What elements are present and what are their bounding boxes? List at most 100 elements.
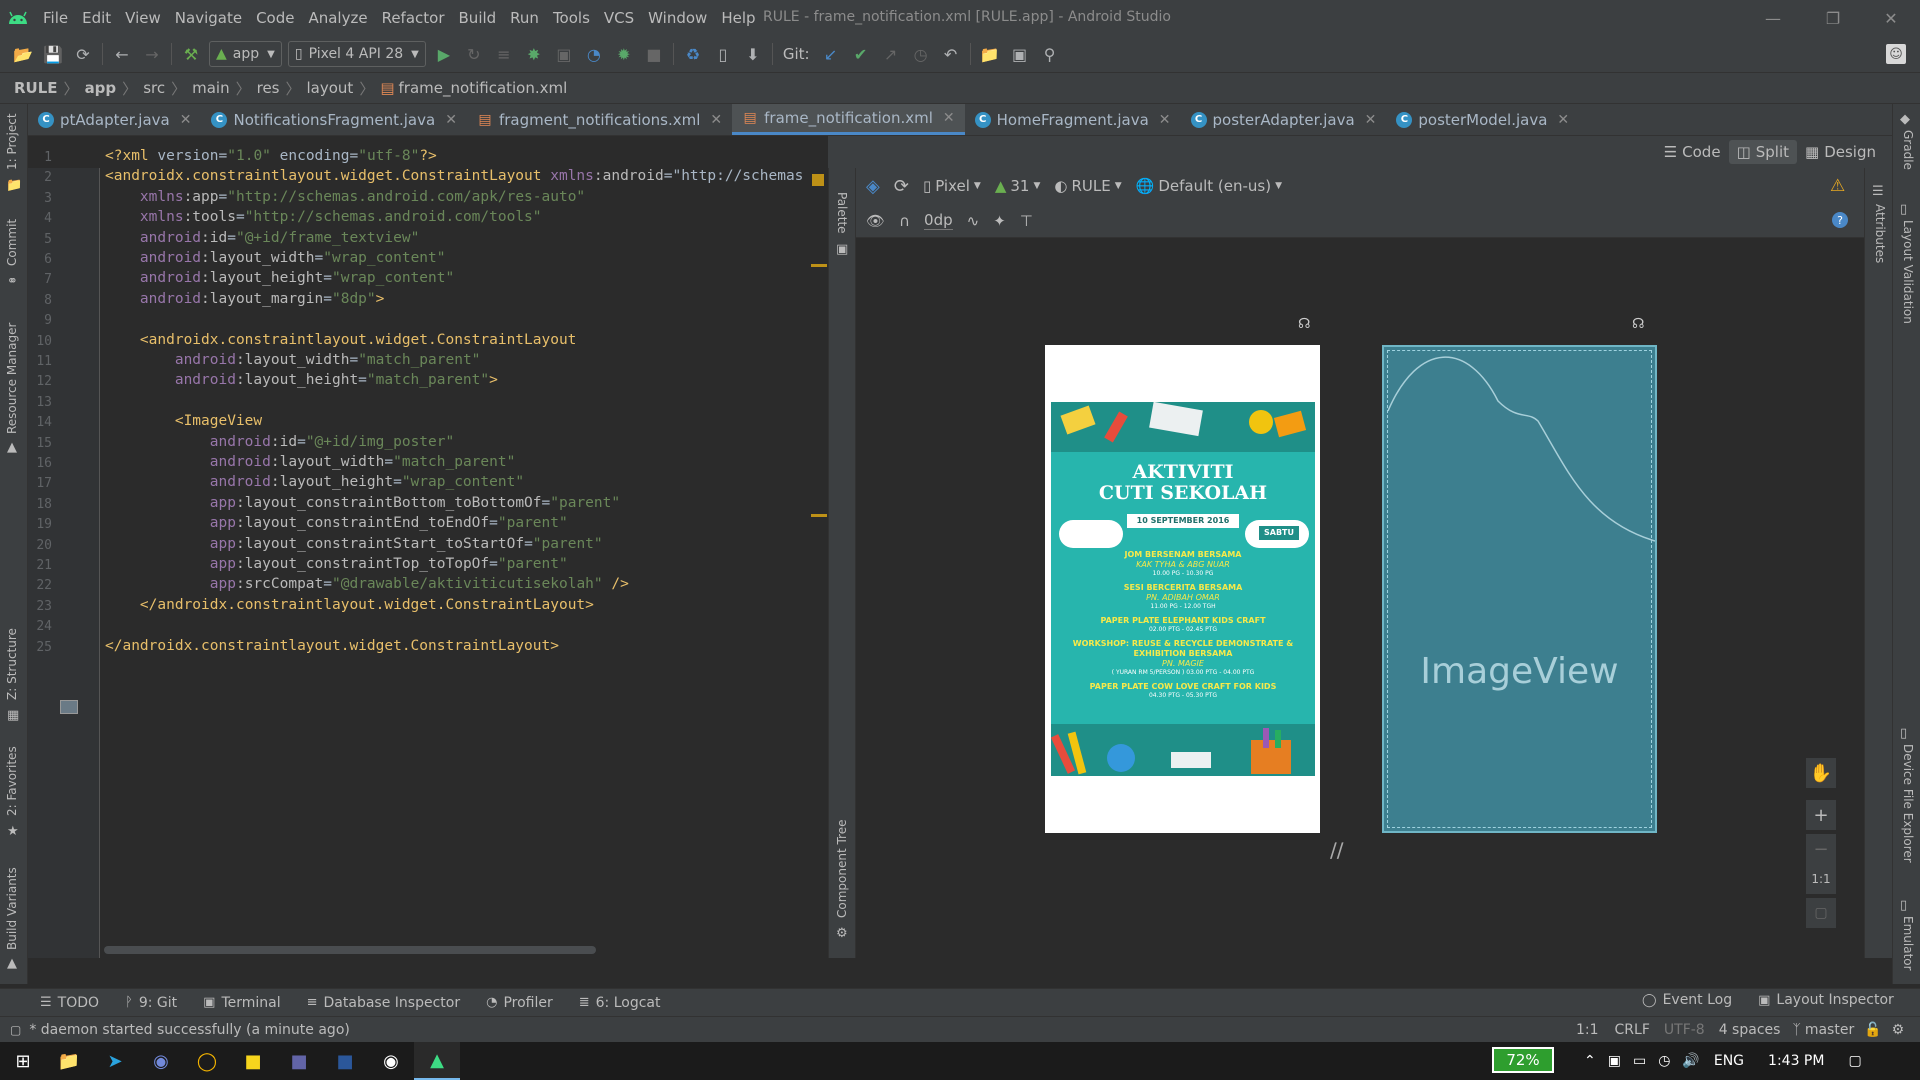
apply-changes-icon[interactable]: ↻: [459, 40, 489, 68]
code-line[interactable]: android:layout_height="wrap_content": [105, 270, 454, 286]
favorites-tool-button[interactable]: 2: Favorites: [5, 746, 19, 816]
menu-build[interactable]: Build: [452, 9, 504, 27]
tab-posteradapter[interactable]: C posterAdapter.java ✕: [1181, 104, 1387, 135]
commit-tool-button[interactable]: Commit: [5, 219, 19, 266]
tool-window-button[interactable]: ☰ TODO: [40, 995, 99, 1011]
pin-icon[interactable]: ☊: [1298, 316, 1310, 332]
battery-indicator[interactable]: 72%: [1492, 1047, 1554, 1073]
warning-marker-icon[interactable]: [812, 174, 824, 186]
design-device-select[interactable]: ▯ Pixel ▼: [923, 177, 981, 195]
run-config-select[interactable]: ▲ app ▼: [209, 41, 282, 67]
coverage-icon[interactable]: ▣: [549, 40, 579, 68]
resource-manager-tool-button[interactable]: Resource Manager: [5, 323, 19, 434]
code-line[interactable]: app:layout_constraintStart_toStartOf="pa…: [105, 536, 603, 552]
code-line[interactable]: app:layout_constraintTop_toTopOf="parent…: [105, 556, 568, 572]
pan-hand-icon[interactable]: ✋: [1806, 758, 1836, 788]
code-line[interactable]: app:srcCompat="@drawable/aktiviticutisek…: [105, 576, 629, 592]
indent-setting[interactable]: 4 spaces: [1719, 1022, 1781, 1038]
clock[interactable]: 1:43 PM: [1768, 1053, 1824, 1069]
project-structure-icon[interactable]: 📁: [975, 40, 1005, 68]
tool-window-button[interactable]: ▣ Terminal: [203, 995, 280, 1011]
theme-select[interactable]: ◐ RULE ▼: [1054, 177, 1121, 195]
code-line[interactable]: android:layout_width="wrap_content": [105, 250, 446, 266]
code-line[interactable]: android:layout_height="match_parent">: [105, 372, 498, 388]
zoom-in-icon[interactable]: +: [1806, 800, 1836, 830]
event-log-button[interactable]: ◯ Event Log: [1642, 992, 1732, 1008]
line-separator[interactable]: CRLF: [1615, 1022, 1650, 1038]
horizontal-scrollbar[interactable]: [104, 946, 596, 954]
lock-icon[interactable]: 🔓: [1864, 1022, 1881, 1038]
help-icon[interactable]: ?: [1832, 212, 1848, 228]
code-line[interactable]: app:layout_constraintBottom_toBottomOf="…: [105, 495, 620, 511]
image-preview-gutter-icon[interactable]: [60, 700, 78, 714]
default-margin-select[interactable]: 0dp: [924, 211, 953, 230]
avd-manager-icon[interactable]: ▯: [708, 40, 738, 68]
zoom-out-icon[interactable]: −: [1806, 834, 1836, 864]
close-icon[interactable]: ✕: [1557, 112, 1569, 128]
palette-tool-button[interactable]: Palette: [835, 192, 849, 234]
code-line[interactable]: xmlns:tools="http://schemas.android.com/…: [105, 209, 542, 225]
sync-icon[interactable]: ⟳: [68, 40, 98, 68]
forward-arrow-icon[interactable]: →: [137, 40, 167, 68]
restore-button[interactable]: ❐: [1804, 0, 1862, 36]
tab-notificationsfragment[interactable]: C NotificationsFragment.java ✕: [201, 104, 466, 135]
clear-constraints-icon[interactable]: ∿: [967, 212, 980, 230]
git-update-icon[interactable]: ↙: [816, 40, 846, 68]
orientation-icon[interactable]: ⟳: [894, 176, 909, 197]
back-arrow-icon[interactable]: ←: [107, 40, 137, 68]
warning-icon[interactable]: ⚠: [1830, 176, 1845, 196]
sticky-notes-icon[interactable]: ■: [230, 1042, 276, 1080]
windows-start-icon[interactable]: ⊞: [0, 1042, 46, 1080]
code-line[interactable]: app:layout_constraintEnd_toEndOf="parent…: [105, 515, 568, 531]
teams-icon[interactable]: ■: [276, 1042, 322, 1080]
api-level-select[interactable]: ▲ 31 ▼: [995, 177, 1041, 195]
run-play-icon[interactable]: ▶: [429, 40, 459, 68]
sdk-manager-icon[interactable]: ⬇: [738, 40, 768, 68]
menu-edit[interactable]: Edit: [75, 9, 118, 27]
close-icon[interactable]: ✕: [1159, 112, 1171, 128]
gradle-sync-icon[interactable]: ♻: [678, 40, 708, 68]
menu-code[interactable]: Code: [249, 9, 301, 27]
breadcrumb-item[interactable]: frame_notification.xml: [399, 79, 568, 97]
notifications-icon[interactable]: ▢: [1848, 1053, 1861, 1069]
zoom-to-fit-icon[interactable]: ▢: [1806, 898, 1836, 928]
device-select[interactable]: ▯ Pixel 4 API 28 ▼: [287, 41, 426, 67]
breadcrumb-item[interactable]: src: [143, 79, 165, 97]
debug-bug-icon[interactable]: ✸: [519, 40, 549, 68]
poster-image[interactable]: AKTIVITI CUTI SEKOLAH 10 SEPTEMBER 2016 …: [1051, 402, 1315, 776]
chrome-icon[interactable]: ◯: [184, 1042, 230, 1080]
git-history-clock-icon[interactable]: ◷: [906, 40, 936, 68]
android-studio-taskbar-icon[interactable]: ▲: [414, 1042, 460, 1080]
tool-window-button[interactable]: ≡ Database Inspector: [307, 995, 460, 1011]
layers-icon[interactable]: ◈: [866, 176, 880, 197]
close-icon[interactable]: ✕: [445, 112, 457, 128]
git-rollback-icon[interactable]: ↶: [936, 40, 966, 68]
discord-icon[interactable]: ◉: [138, 1042, 184, 1080]
pin-icon[interactable]: ☊: [1632, 316, 1644, 332]
breadcrumb-item[interactable]: app: [85, 79, 117, 97]
code-mode-button[interactable]: ☰ Code: [1656, 140, 1729, 164]
account-avatar-icon[interactable]: ☺: [1886, 44, 1906, 64]
git-branch[interactable]: master: [1805, 1022, 1854, 1038]
device-file-explorer-tool-button[interactable]: Device File Explorer: [1901, 744, 1915, 863]
menu-window[interactable]: Window: [641, 9, 714, 27]
breadcrumb-item[interactable]: layout: [307, 79, 354, 97]
breadcrumb-item[interactable]: main: [192, 79, 229, 97]
stop-icon[interactable]: ■: [639, 40, 669, 68]
open-folder-icon[interactable]: 📂: [8, 40, 38, 68]
minimize-button[interactable]: —: [1744, 0, 1802, 36]
tool-window-button[interactable]: ᚹ 9: Git: [125, 995, 177, 1011]
apply-code-changes-icon[interactable]: ≡: [489, 40, 519, 68]
code-line[interactable]: android:layout_width="match_parent": [105, 352, 481, 368]
structure-tool-button[interactable]: Z: Structure: [5, 628, 19, 700]
code-line[interactable]: android:layout_width="match_parent": [105, 454, 516, 470]
close-icon[interactable]: ✕: [943, 110, 955, 126]
close-window-button[interactable]: ✕: [1862, 0, 1920, 36]
menu-refactor[interactable]: Refactor: [375, 9, 452, 27]
zoom-actual-size-button[interactable]: 1:1: [1806, 864, 1836, 894]
tool-window-button[interactable]: ◔ Profiler: [486, 995, 553, 1011]
make-project-hammer-icon[interactable]: ⚒: [176, 40, 206, 68]
guidelines-icon[interactable]: ⊤: [1020, 212, 1033, 230]
telegram-icon[interactable]: ➤: [92, 1042, 138, 1080]
status-message[interactable]: * daemon started successfully (a minute …: [29, 1022, 350, 1038]
